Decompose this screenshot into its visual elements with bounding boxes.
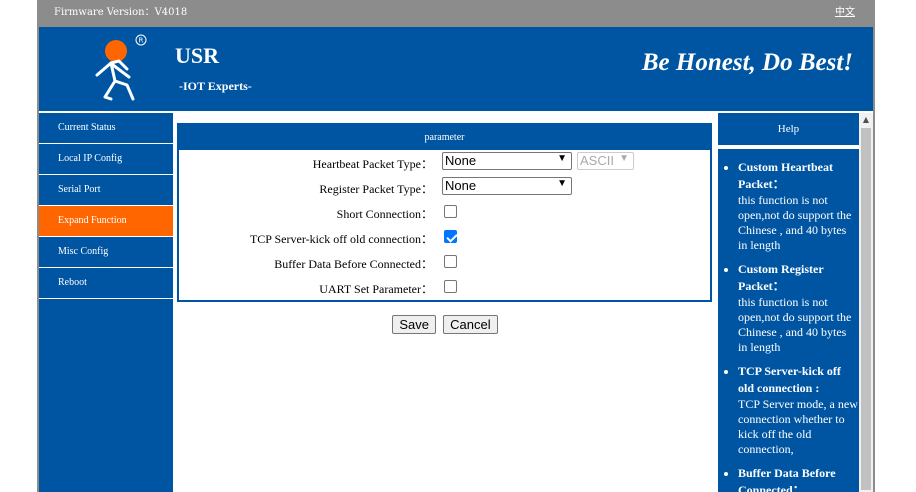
header-banner: R USR -IOT Experts- Be Honest, Do Best! — [39, 27, 873, 111]
help-item: TCP Server-kick off old connection : TCP… — [738, 363, 858, 457]
chevron-down-icon: ▼ — [557, 153, 567, 164]
help-item: Custom Heartbeat Packet： this function i… — [738, 159, 858, 253]
chevron-down-icon: ▼ — [557, 178, 567, 189]
sidebar-item-local-ip-config[interactable]: Local IP Config — [39, 144, 173, 175]
parameter-header: parameter — [179, 125, 710, 150]
uart-set-checkbox[interactable] — [444, 280, 457, 293]
heartbeat-type-select[interactable]: None ▼ — [442, 152, 572, 170]
kick-old-connection-control — [442, 227, 457, 247]
kick-old-connection-row: TCP Server-kick off old connection： — [179, 225, 710, 250]
cancel-button[interactable]: Cancel — [443, 315, 498, 334]
help-item-title: TCP Server-kick off old connection : — [738, 364, 841, 395]
sidebar-item-misc-config[interactable]: Misc Config — [39, 237, 173, 268]
help-list: Custom Heartbeat Packet： this function i… — [738, 159, 858, 492]
form-buttons: Save Cancel — [177, 314, 713, 334]
content-area: parameter Heartbeat Packet Type： None ▼ … — [177, 123, 713, 334]
brand-subtitle: -IOT Experts- — [179, 79, 252, 93]
kick-old-connection-label: TCP Server-kick off old connection： — [249, 232, 433, 246]
kick-old-connection-checkbox[interactable] — [444, 230, 457, 243]
uart-set-control — [442, 277, 457, 297]
help-item-title: Custom Heartbeat Packet： — [738, 160, 833, 191]
scroll-up-arrow-icon[interactable]: ▲ — [859, 113, 873, 127]
sidebar-item-expand-function[interactable]: Expand Function — [39, 206, 173, 237]
chevron-down-icon: ▼ — [619, 153, 629, 164]
main-panel: R USR -IOT Experts- Be Honest, Do Best! … — [39, 27, 873, 492]
top-bar: Firmware Version：V4018 中文 — [37, 0, 875, 22]
scrollbar-thumb[interactable] — [861, 128, 871, 490]
heartbeat-format-select: ASCII ▼ — [577, 152, 634, 170]
brand-name: USR — [175, 43, 220, 68]
help-item-title: Buffer Data Before Connected： — [738, 466, 836, 492]
sidebar-item-reboot[interactable]: Reboot — [39, 268, 173, 299]
uart-set-label: UART Set Parameter： — [319, 282, 433, 296]
help-item: Buffer Data Before Connected： — [738, 465, 858, 492]
help-item-text: TCP Server mode, a new connection whethe… — [738, 397, 858, 456]
short-connection-label: Short Connection： — [336, 207, 433, 221]
short-connection-checkbox[interactable] — [444, 205, 457, 218]
help-item-text: this function is not open,not do support… — [738, 295, 852, 354]
usr-logo-icon: R — [83, 31, 151, 103]
short-connection-row: Short Connection： — [179, 200, 710, 225]
help-scrollbar[interactable]: ▲ — [859, 113, 873, 492]
buffer-data-checkbox[interactable] — [444, 255, 457, 268]
short-connection-control — [442, 202, 457, 222]
svg-text:R: R — [139, 37, 144, 45]
heartbeat-row: Heartbeat Packet Type： None ▼ ASCII ▼ — [179, 150, 710, 175]
language-link-chinese[interactable]: 中文 — [835, 3, 855, 18]
sidebar-item-current-status[interactable]: Current Status — [39, 113, 173, 144]
heartbeat-label: Heartbeat Packet Type： — [312, 157, 433, 171]
parameter-table: parameter Heartbeat Packet Type： None ▼ … — [177, 123, 712, 302]
heartbeat-controls: None ▼ ASCII ▼ — [442, 152, 634, 170]
help-header: Help — [718, 113, 859, 145]
buffer-data-label: Buffer Data Before Connected： — [274, 257, 433, 271]
sidebar-nav: Current Status Local IP Config Serial Po… — [39, 113, 173, 492]
slogan: Be Honest, Do Best! — [641, 49, 853, 76]
register-type-select[interactable]: None ▼ — [442, 177, 572, 195]
buffer-data-control — [442, 252, 457, 272]
heartbeat-format-value: ASCII — [580, 153, 614, 168]
register-row: Register Packet Type： None ▼ — [179, 175, 710, 200]
save-button[interactable]: Save — [392, 315, 437, 334]
firmware-version: Firmware Version：V4018 — [54, 7, 188, 18]
help-panel[interactable]: Custom Heartbeat Packet： this function i… — [718, 149, 859, 492]
heartbeat-type-value: None — [445, 153, 477, 168]
help-item-text: this function is not open,not do support… — [738, 193, 852, 252]
uart-set-row: UART Set Parameter： — [179, 275, 710, 300]
help-item: Custom Register Packet： this function is… — [738, 261, 858, 355]
buffer-data-row: Buffer Data Before Connected： — [179, 250, 710, 275]
register-controls: None ▼ — [442, 177, 572, 195]
page-frame: Firmware Version：V4018 中文 R USR -IOT Exp… — [37, 0, 875, 492]
register-type-value: None — [445, 178, 477, 193]
help-item-title: Custom Register Packet： — [738, 262, 824, 293]
register-label: Register Packet Type： — [319, 182, 433, 196]
sidebar-item-serial-port[interactable]: Serial Port — [39, 175, 173, 206]
